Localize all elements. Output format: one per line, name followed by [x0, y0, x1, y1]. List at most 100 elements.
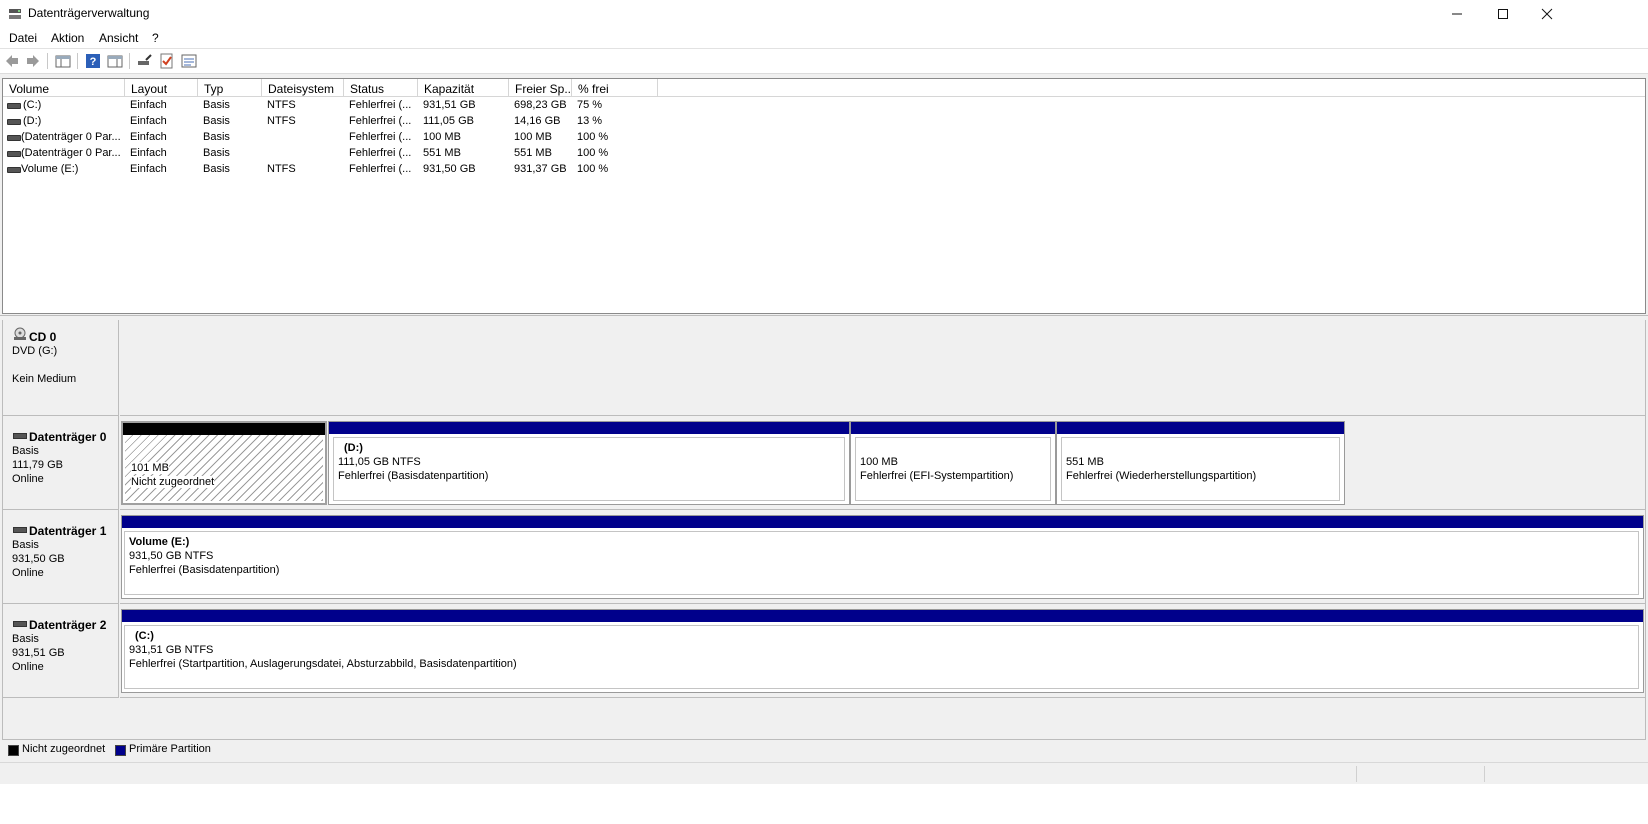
partition-e[interactable]: Volume (E:) 931,50 GB NTFS Fehlerfrei (B…: [121, 515, 1644, 599]
console-tree-button[interactable]: [55, 53, 71, 69]
disk-label-cd0[interactable]: CD 0 DVD (G:) Kein Medium: [3, 320, 119, 416]
cell-dateisystem: NTFS: [267, 163, 296, 175]
partition-efi[interactable]: 100 MB Fehlerfrei (EFI-Systempartition): [850, 421, 1056, 505]
partition-d[interactable]: (D:) 111,05 GB NTFS Fehlerfrei (Basisdat…: [328, 421, 850, 505]
cell-prozent-frei: 100 %: [577, 131, 609, 143]
maximize-button[interactable]: [1480, 0, 1526, 28]
action-pane-button[interactable]: [107, 53, 123, 69]
partition-status: Fehlerfrei (Basisdatenpartition): [338, 470, 489, 482]
primary-partition-bar: [851, 422, 1055, 434]
column-header-volume[interactable]: Volume: [3, 79, 125, 97]
cell-freier-speicher: 931,37 GB: [514, 163, 567, 175]
table-row[interactable]: (Datenträger 0 Par... Einfach Basis Fehl…: [3, 145, 1645, 161]
cell-kapazitaet: 931,51 GB: [423, 99, 476, 111]
table-row[interactable]: Volume (E:) Einfach Basis NTFS Fehlerfre…: [3, 161, 1645, 177]
partition-title: (C:): [135, 630, 154, 642]
menu-ansicht[interactable]: Ansicht: [99, 31, 138, 45]
cell-freier-speicher: 14,16 GB: [514, 115, 561, 127]
menu-help[interactable]: ?: [152, 31, 159, 45]
help-icon: ?: [86, 54, 100, 68]
cell-layout: Einfach: [130, 115, 167, 127]
hard-disk-icon: [13, 433, 27, 439]
forward-button[interactable]: [25, 53, 41, 69]
cell-freier-speicher: 551 MB: [514, 147, 552, 159]
partition-size: 111,05 GB NTFS: [338, 456, 421, 468]
toolbar-separator: [47, 53, 48, 69]
partition-c[interactable]: (C:) 931,51 GB NTFS Fehlerfrei (Startpar…: [121, 609, 1644, 693]
minimize-button[interactable]: [1434, 0, 1480, 28]
primary-partition-bar: [329, 422, 849, 434]
menu-datei[interactable]: Datei: [9, 31, 37, 45]
primary-partition-bar: [122, 516, 1643, 528]
cell-status: Fehlerfrei (...: [349, 131, 412, 143]
toolbar-separator: [77, 53, 78, 69]
cell-kapazitaet: 111,05 GB: [423, 115, 474, 127]
console-tree-icon: [55, 55, 71, 68]
cell-layout: Einfach: [130, 99, 167, 111]
hard-disk-icon: [13, 621, 27, 627]
partition-size: 551 MB: [1066, 456, 1104, 468]
cell-layout: Einfach: [130, 163, 167, 175]
column-header-kapazitaet[interactable]: Kapazität: [418, 79, 509, 97]
disk-label-disk2[interactable]: Datenträger 2 Basis 931,51 GB Online: [3, 604, 119, 698]
legend-swatch-primary: [115, 745, 126, 756]
disk-label-disk1[interactable]: Datenträger 1 Basis 931,50 GB Online: [3, 510, 119, 604]
disk-graphical-view: CD 0 DVD (G:) Kein Medium Datenträger 0 …: [2, 320, 1646, 740]
status-separator: [1484, 766, 1485, 782]
close-icon: [1541, 8, 1553, 20]
cell-volume: Volume (E:): [21, 163, 79, 175]
partition-status: Fehlerfrei (Basisdatenpartition): [129, 564, 280, 576]
partition-status: Fehlerfrei (EFI-Systempartition): [860, 470, 1014, 482]
properties-button[interactable]: [181, 53, 197, 69]
drive-letter: DVD (G:): [12, 345, 58, 357]
partition-recovery[interactable]: 551 MB Fehlerfrei (Wiederherstellungspar…: [1056, 421, 1345, 505]
partition-body: 100 MB Fehlerfrei (EFI-Systempartition): [855, 437, 1051, 501]
volume-icon: [7, 151, 21, 157]
cell-layout: Einfach: [130, 147, 167, 159]
table-row[interactable]: (Datenträger 0 Par... Einfach Basis Fehl…: [3, 129, 1645, 145]
partition-status: Fehlerfrei (Startpartition, Auslagerungs…: [129, 658, 517, 670]
partition-title: Volume (E:): [129, 536, 190, 548]
partition-size: 931,50 GB NTFS: [129, 550, 214, 562]
check-disk-button[interactable]: [159, 53, 175, 69]
volume-list: Volume Layout Typ Dateisystem Status Kap…: [2, 78, 1646, 314]
table-row[interactable]: (D:) Einfach Basis NTFS Fehlerfrei (... …: [3, 113, 1645, 129]
cell-kapazitaet: 100 MB: [423, 131, 461, 143]
table-row[interactable]: (C:) Einfach Basis NTFS Fehlerfrei (... …: [3, 97, 1645, 113]
disk-type: Basis: [12, 445, 39, 457]
column-header-layout[interactable]: Layout: [125, 79, 198, 97]
disk-management-app-icon: [9, 9, 21, 19]
volume-icon: [7, 167, 21, 173]
disk-state: Online: [12, 567, 44, 579]
column-header-typ[interactable]: Typ: [198, 79, 262, 97]
close-button[interactable]: [1524, 0, 1570, 28]
help-button[interactable]: ?: [85, 53, 101, 69]
partition-status: Fehlerfrei (Wiederherstellungspartition): [1066, 470, 1257, 482]
disk-type: Basis: [12, 633, 39, 645]
menu-aktion[interactable]: Aktion: [51, 31, 84, 45]
cell-freier-speicher: 100 MB: [514, 131, 552, 143]
column-header-dateisystem[interactable]: Dateisystem: [262, 79, 344, 97]
column-header-freier-speicher[interactable]: Freier Sp...: [509, 79, 572, 97]
cell-volume: (Datenträger 0 Par...: [21, 131, 121, 143]
partition-unallocated[interactable]: 101 MB Nicht zugeordnet: [121, 421, 327, 505]
column-header-filler: [658, 79, 1645, 97]
column-header-status[interactable]: Status: [344, 79, 418, 97]
cell-kapazitaet: 931,50 GB: [423, 163, 476, 175]
cell-dateisystem: NTFS: [267, 99, 296, 111]
cd-drive-icon: [14, 327, 26, 340]
partition-body: Volume (E:) 931,50 GB NTFS Fehlerfrei (B…: [124, 531, 1639, 595]
column-header-prozent-frei[interactable]: % frei: [572, 79, 658, 97]
svg-text:?: ?: [90, 56, 97, 68]
cell-typ: Basis: [203, 147, 230, 159]
properties-icon: [181, 54, 197, 68]
forward-arrow-icon: [27, 55, 39, 67]
disk-label-disk0[interactable]: Datenträger 0 Basis 111,79 GB Online: [3, 416, 119, 510]
back-button[interactable]: [4, 53, 20, 69]
cell-prozent-frei: 13 %: [577, 115, 603, 127]
cell-typ: Basis: [203, 131, 230, 143]
connect-disk-button[interactable]: [137, 53, 153, 69]
toolbar: ?: [0, 49, 1648, 74]
connect-disk-icon: [138, 54, 152, 65]
menu-bar: Datei Aktion Ansicht ?: [0, 28, 1648, 49]
